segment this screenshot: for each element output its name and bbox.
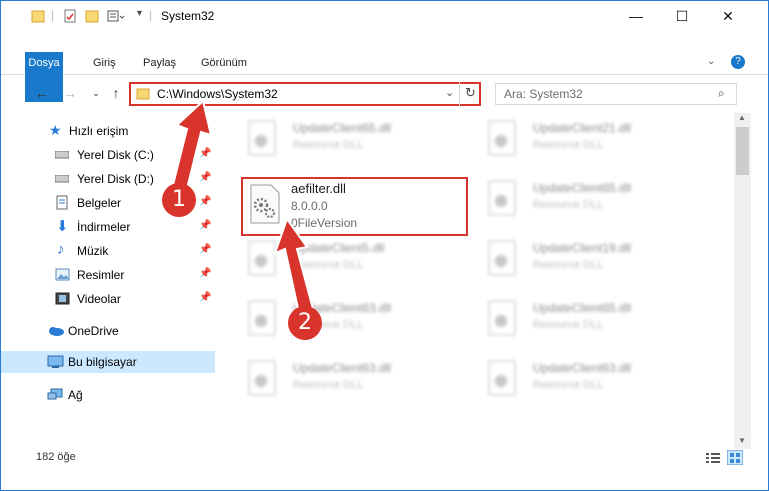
step-badge-2: 2	[288, 306, 322, 340]
annotation-arrows	[169, 99, 315, 315]
arrow-2-shape	[273, 216, 315, 315]
step-badge-1: 1	[162, 183, 196, 217]
explorer-window: | ▾ | System32 — ☐ ✕ Dosya Giriş Paylaş …	[0, 0, 769, 491]
